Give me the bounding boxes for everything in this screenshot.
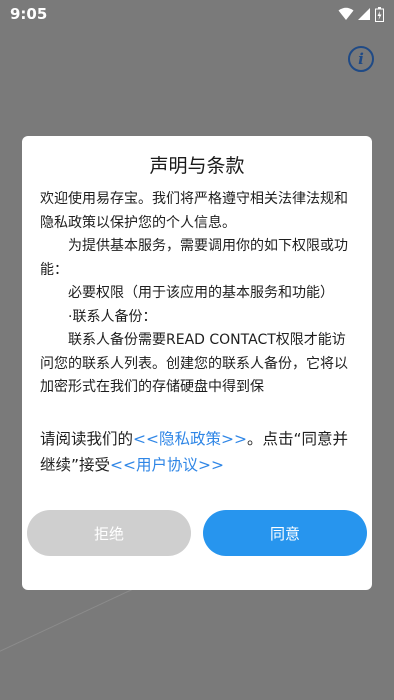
terms-dialog: 声明与条款 欢迎使用易存宝。我们将严格遵守相关法律法规和隐私政策以保护您的个人信… [22, 136, 372, 590]
info-icon[interactable]: i [348, 46, 374, 72]
user-agreement-link[interactable]: <<用户协议>> [110, 456, 224, 474]
battery-icon [375, 6, 384, 22]
reject-button[interactable]: 拒绝 [27, 510, 191, 556]
agree-button[interactable]: 同意 [203, 510, 367, 556]
consent-notice: 请阅读我们的<<隐私政策>>。点击“同意并继续”接受<<用户协议>> [40, 426, 358, 478]
terms-paragraph: 联系人备份需要READ CONTACT权限才能访问您的联系人列表。创建您的联系人… [40, 332, 348, 395]
wifi-icon [338, 7, 354, 20]
status-time: 9:05 [10, 5, 48, 23]
terms-paragraph: 欢迎使用易存宝。我们将严格遵守相关法律法规和隐私政策以保护您的个人信息。 [40, 191, 348, 231]
status-icons [338, 6, 384, 22]
terms-paragraph: ·联系人备份： [68, 308, 157, 325]
terms-scroll-area[interactable]: 欢迎使用易存宝。我们将严格遵守相关法律法规和隐私政策以保护您的个人信息。 为提供… [40, 188, 358, 412]
terms-paragraph: 必要权限（用于该应用的基本服务和功能） [68, 285, 334, 301]
dialog-title: 声明与条款 [149, 155, 245, 177]
notice-prefix: 请阅读我们的 [40, 430, 134, 448]
status-bar: 9:05 [0, 0, 394, 28]
privacy-policy-link[interactable]: <<隐私政策>> [133, 430, 247, 448]
terms-paragraph: 为提供基本服务，需要调用你的如下权限或功能： [40, 238, 348, 278]
signal-icon [358, 8, 370, 20]
scroll-fade [40, 394, 358, 412]
